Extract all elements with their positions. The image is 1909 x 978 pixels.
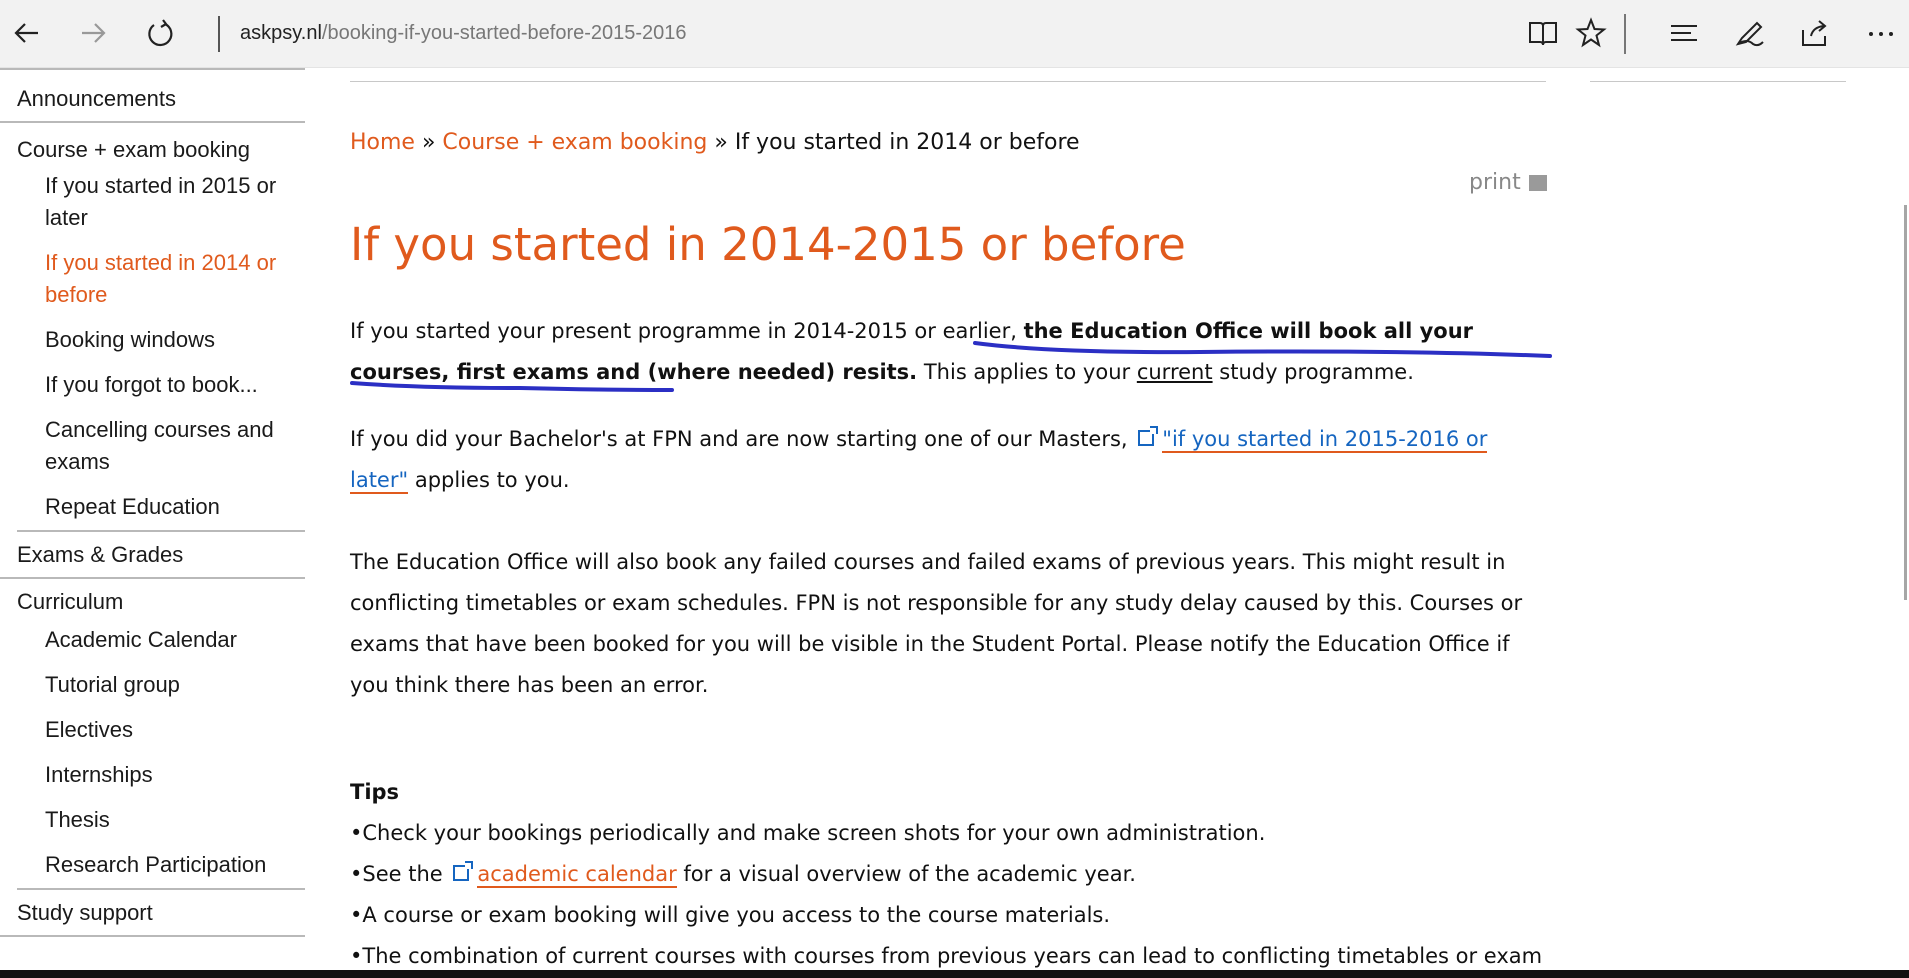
sidebar-item-exams-grades[interactable]: Exams & Grades: [0, 532, 305, 579]
page-scrollbar[interactable]: [1896, 68, 1909, 970]
reading-view-icon[interactable]: [1526, 16, 1560, 50]
breadcrumb: Home » Course + exam booking » If you st…: [350, 130, 1080, 155]
right-column-divider: [1590, 81, 1846, 82]
failed-courses-paragraph: The Education Office will also book any …: [350, 550, 1523, 697]
web-note-pen-icon[interactable]: [1733, 16, 1767, 50]
tip-item: •See the academic calendar for a visual …: [350, 861, 1136, 888]
breadcrumb-home-link[interactable]: Home: [350, 130, 415, 155]
tip-item: •A course or exam booking will give you …: [350, 903, 1111, 927]
favorite-star-icon[interactable]: [1574, 16, 1608, 50]
external-link-icon: [1138, 426, 1159, 446]
breadcrumb-parent-link[interactable]: Course + exam booking: [442, 130, 707, 155]
refresh-icon[interactable]: [143, 16, 177, 50]
print-button[interactable]: print: [1469, 170, 1547, 195]
address-bar[interactable]: askpsy.nl/booking-if-you-started-before-…: [240, 22, 687, 45]
content-top-divider: [350, 81, 1546, 82]
printer-icon: [1528, 175, 1547, 191]
share-icon[interactable]: [1797, 16, 1831, 50]
sidebar-item-study-support[interactable]: Study support: [0, 890, 305, 937]
sidebar-item-booking-windows[interactable]: Booking windows: [0, 318, 305, 363]
tip-item: •Check your bookings periodically and ma…: [350, 821, 1266, 845]
sidebar-item-cancelling[interactable]: Cancelling courses and exams: [0, 408, 305, 485]
bachelor-paragraph: If you did your Bachelor's at FPN and ar…: [350, 426, 1488, 494]
sidebar-item-research-participation[interactable]: Research Participation: [17, 843, 305, 890]
sidebar-item-started-2014-or-before[interactable]: If you started in 2014 or before: [0, 241, 305, 318]
sidebar-item-electives[interactable]: Electives: [0, 708, 305, 753]
sidebar-item-announcements[interactable]: Announcements: [0, 68, 305, 123]
hub-icon[interactable]: [1667, 16, 1701, 50]
sidebar-item-forgot-to-book[interactable]: If you forgot to book...: [0, 363, 305, 408]
intro-paragraph: If you started your present programme in…: [350, 319, 1474, 384]
browser-toolbar: askpsy.nl/booking-if-you-started-before-…: [0, 0, 1909, 68]
sidebar-item-curriculum[interactable]: Curriculum: [0, 579, 305, 618]
page-title: If you started in 2014-2015 or before: [350, 218, 1186, 271]
sidebar-item-started-2015-or-later[interactable]: If you started in 2015 or later: [0, 166, 305, 241]
sidebar-item-internships[interactable]: Internships: [0, 753, 305, 798]
sidebar-item-tutorial-group[interactable]: Tutorial group: [0, 663, 305, 708]
sidebar-item-course-exam-booking[interactable]: Course + exam booking: [0, 123, 305, 166]
tips-section: Tips •Check your bookings periodically a…: [350, 772, 1550, 977]
sidebar-item-thesis[interactable]: Thesis: [0, 798, 305, 843]
scrollbar-thumb[interactable]: [1904, 205, 1907, 600]
sidebar-item-repeat-education[interactable]: Repeat Education: [17, 485, 305, 532]
external-link-icon: [453, 861, 474, 881]
more-dots-icon[interactable]: [1864, 16, 1898, 50]
back-arrow-icon[interactable]: [10, 16, 44, 50]
breadcrumb-current: If you started in 2014 or before: [734, 130, 1080, 155]
sidebar-item-academic-calendar[interactable]: Academic Calendar: [0, 618, 305, 663]
academic-calendar-link[interactable]: academic calendar: [477, 862, 677, 888]
tips-heading: Tips: [350, 780, 400, 804]
sidebar-nav: Announcements Course + exam booking If y…: [0, 68, 305, 937]
forward-arrow-icon[interactable]: [76, 16, 110, 50]
